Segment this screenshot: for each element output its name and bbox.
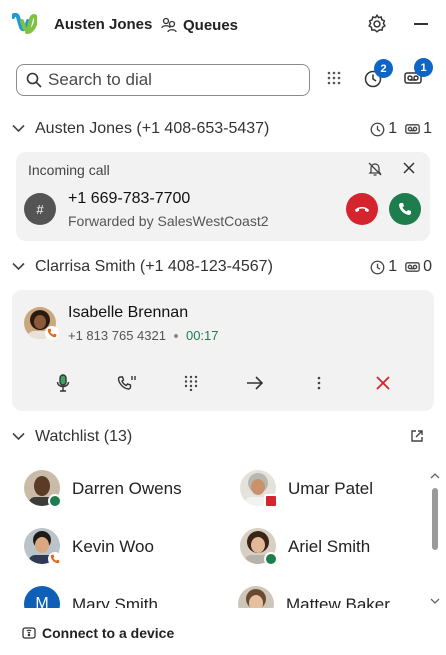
line2-voicemail-count: 0 bbox=[423, 258, 432, 275]
close-icon[interactable] bbox=[402, 161, 416, 175]
connect-device-button[interactable]: Connect to a device bbox=[22, 624, 174, 642]
end-call-icon[interactable] bbox=[371, 373, 395, 393]
search-icon bbox=[26, 72, 42, 88]
decline-call-button[interactable] bbox=[346, 193, 378, 225]
phone-icon bbox=[399, 203, 411, 215]
watchlist-list: Darren Owens Umar Patel Kevin Woo Ariel … bbox=[0, 462, 426, 608]
watchlist-header[interactable]: Watchlist (13) bbox=[0, 423, 446, 451]
voicemail-icon bbox=[405, 123, 420, 135]
bell-muted-icon[interactable] bbox=[367, 161, 383, 177]
user-name[interactable]: Austen Jones bbox=[54, 16, 152, 33]
keypad-icon[interactable] bbox=[179, 373, 203, 393]
caller-number: +1 813 765 4321 bbox=[68, 328, 166, 343]
line1-voicemail-count: 1 bbox=[423, 120, 432, 137]
watchlist-person[interactable]: M Mary Smith bbox=[24, 586, 204, 608]
person-name: Ariel Smith bbox=[288, 537, 371, 556]
available-status-icon bbox=[264, 552, 278, 566]
webex-logo-icon bbox=[12, 13, 37, 35]
search-box[interactable] bbox=[16, 64, 310, 96]
microphone-icon[interactable] bbox=[51, 373, 75, 393]
hold-icon[interactable] bbox=[115, 373, 139, 393]
person-name: Darren Owens bbox=[72, 479, 182, 498]
chevron-down-icon[interactable] bbox=[12, 124, 25, 133]
settings-gear-icon[interactable] bbox=[366, 13, 388, 35]
person-name: Mattew Baker bbox=[286, 595, 390, 608]
chevron-down-icon[interactable] bbox=[12, 432, 25, 441]
queues-label: Queues bbox=[183, 16, 239, 34]
on-call-status-icon bbox=[45, 326, 59, 340]
voicemail-badge: 1 bbox=[414, 58, 433, 77]
presenting-status-icon bbox=[264, 494, 278, 508]
caller-avatar: # bbox=[24, 193, 56, 225]
recent-calls-badge: 2 bbox=[374, 59, 393, 78]
device-icon bbox=[22, 627, 36, 639]
on-call-status-icon bbox=[48, 552, 62, 566]
minimize-button[interactable] bbox=[414, 23, 428, 25]
watchlist-person[interactable]: Mattew Baker bbox=[238, 586, 418, 608]
watchlist-person[interactable]: Kevin Woo bbox=[24, 528, 204, 568]
line2-title: Clarrisa Smith (+1 408-123-4567) bbox=[35, 258, 273, 275]
person-name: Kevin Woo bbox=[72, 537, 154, 556]
active-call-card: Isabelle Brennan +1 813 765 4321 00:17 bbox=[12, 290, 434, 411]
watchlist-person[interactable]: Umar Patel bbox=[240, 470, 420, 510]
transfer-arrow-icon[interactable] bbox=[243, 373, 267, 393]
available-status-icon bbox=[48, 494, 62, 508]
watchlist-title: Watchlist (13) bbox=[35, 428, 133, 445]
forwarded-by: Forwarded by SalesWestCoast2 bbox=[68, 213, 269, 229]
line2-header[interactable]: Clarrisa Smith (+1 408-123-4567) 1 0 bbox=[0, 253, 446, 281]
caller-name: Isabelle Brennan bbox=[68, 304, 189, 321]
incoming-call-state: Incoming call bbox=[28, 162, 110, 178]
voicemail-icon bbox=[405, 261, 420, 273]
person-name: Mary Smith bbox=[72, 595, 158, 608]
queues-icon bbox=[161, 17, 177, 33]
incoming-call-card: Incoming call # +1 669-783-7700 Forwarde… bbox=[16, 152, 430, 241]
chevron-up-icon[interactable] bbox=[430, 472, 440, 479]
connect-device-label: Connect to a device bbox=[42, 625, 175, 641]
queues-button[interactable]: Queues bbox=[161, 14, 238, 36]
call-duration: 00:17 bbox=[185, 328, 219, 343]
answer-call-button[interactable] bbox=[389, 193, 421, 225]
avatar: M bbox=[24, 586, 60, 608]
dialpad-icon[interactable] bbox=[327, 71, 341, 85]
chevron-down-icon[interactable] bbox=[12, 262, 25, 271]
clock-icon bbox=[370, 260, 385, 275]
line1-recent-count: 1 bbox=[388, 120, 398, 137]
person-name: Umar Patel bbox=[288, 479, 374, 498]
scrollbar-thumb[interactable] bbox=[432, 488, 438, 550]
line1-title: Austen Jones (+1 408-653-5437) bbox=[35, 120, 270, 137]
popout-icon[interactable] bbox=[410, 429, 424, 443]
hang-up-icon bbox=[355, 207, 369, 212]
watchlist-person[interactable]: Darren Owens bbox=[24, 470, 204, 510]
clock-icon bbox=[370, 122, 385, 137]
chevron-down-icon[interactable] bbox=[430, 598, 440, 605]
watchlist-person[interactable]: Ariel Smith bbox=[240, 528, 420, 568]
search-input[interactable] bbox=[48, 69, 303, 91]
avatar bbox=[238, 586, 274, 608]
incoming-number: +1 669-783-7700 bbox=[68, 190, 191, 207]
line1-header[interactable]: Austen Jones (+1 408-653-5437) 1 1 bbox=[0, 115, 446, 143]
more-options-icon[interactable] bbox=[307, 373, 331, 393]
line2-recent-count: 1 bbox=[388, 258, 398, 275]
